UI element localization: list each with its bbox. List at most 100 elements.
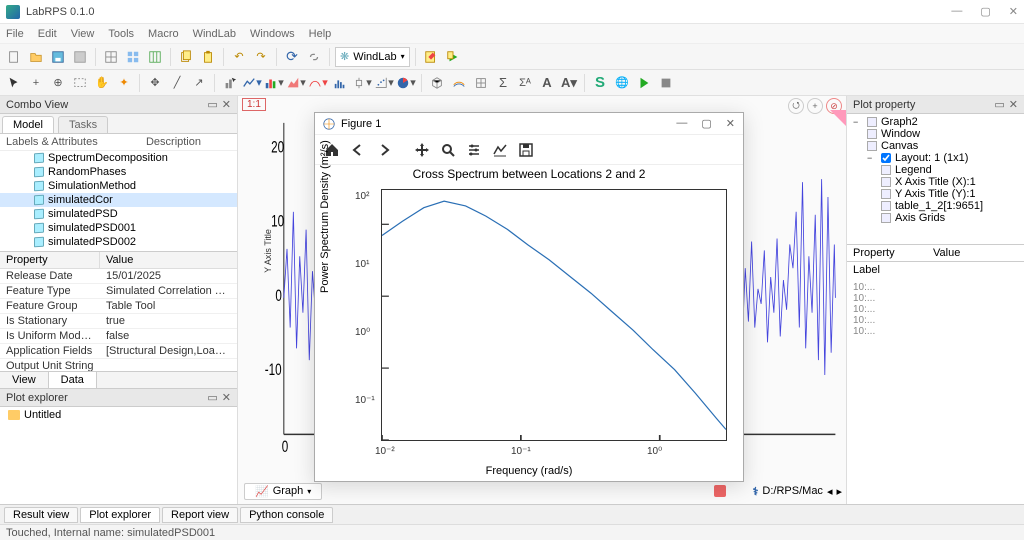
- fig-save-icon[interactable]: [515, 139, 537, 161]
- saveas-icon[interactable]: [70, 47, 90, 67]
- menu-windlab[interactable]: WindLab: [193, 28, 236, 40]
- bottom-tabbar: Result view Plot explorer Report view Py…: [0, 504, 1024, 524]
- plot-property-tree[interactable]: −Graph2 Window Canvas −Layout: 1 (1x1) L…: [847, 114, 1024, 244]
- layout-checkbox[interactable]: [881, 153, 891, 163]
- edit-script-icon[interactable]: [421, 47, 441, 67]
- menu-view[interactable]: View: [71, 28, 95, 40]
- menu-edit[interactable]: Edit: [38, 28, 57, 40]
- next-icon[interactable]: ▸: [836, 485, 842, 498]
- 3d-mesh-icon[interactable]: [471, 73, 491, 93]
- run-script-icon[interactable]: [443, 47, 463, 67]
- menu-tools[interactable]: Tools: [108, 28, 134, 40]
- link-icon[interactable]: [304, 47, 324, 67]
- stamp-icon[interactable]: S: [590, 73, 610, 93]
- menu-macro[interactable]: Macro: [148, 28, 179, 40]
- undo-icon[interactable]: ↶: [229, 47, 249, 67]
- line-icon[interactable]: ╱: [167, 73, 187, 93]
- model-tree[interactable]: SpectrumDecomposition RandomPhases Simul…: [0, 151, 237, 251]
- hist-icon[interactable]: [330, 73, 350, 93]
- tab-data[interactable]: Data: [49, 372, 97, 388]
- plot-explorer-panel: Plot explorer▭✕ Untitled: [0, 388, 237, 504]
- label-row[interactable]: 10:...: [853, 326, 1018, 337]
- label-row[interactable]: 10:...: [853, 304, 1018, 315]
- undock-icon[interactable]: ▭: [207, 98, 217, 111]
- fig-edit-icon[interactable]: [489, 139, 511, 161]
- close-panel-icon[interactable]: ✕: [222, 391, 231, 404]
- open-icon[interactable]: [26, 47, 46, 67]
- 3d-surface-icon[interactable]: [449, 73, 469, 93]
- prev-icon[interactable]: ◂: [827, 485, 833, 498]
- paste-icon[interactable]: [198, 47, 218, 67]
- graph-tab[interactable]: 📈Graph▾: [244, 483, 322, 500]
- fig-minimize-icon[interactable]: —: [676, 117, 687, 130]
- undock-icon[interactable]: ▭: [207, 391, 217, 404]
- tab-model[interactable]: Model: [2, 116, 54, 133]
- save-icon[interactable]: [48, 47, 68, 67]
- back-icon[interactable]: [347, 139, 369, 161]
- fig-close-icon[interactable]: ✕: [726, 117, 735, 130]
- pan-icon[interactable]: ✋: [92, 73, 112, 93]
- figure-plot[interactable]: Cross Spectrum between Locations 2 and 2…: [315, 165, 743, 481]
- compass-icon[interactable]: ✦: [114, 73, 134, 93]
- menu-help[interactable]: Help: [309, 28, 332, 40]
- fig-config-icon[interactable]: [463, 139, 485, 161]
- move-icon[interactable]: ✥: [145, 73, 165, 93]
- label-row[interactable]: 10:...: [853, 315, 1018, 326]
- statusbar: Touched, Internal name: simulatedPSD001: [0, 524, 1024, 540]
- target-icon[interactable]: ⊕: [48, 73, 68, 93]
- tab-report-view[interactable]: Report view: [162, 507, 238, 523]
- label-row[interactable]: 10:...: [853, 293, 1018, 304]
- tab-view[interactable]: View: [0, 372, 49, 388]
- close-panel-icon[interactable]: ✕: [222, 98, 231, 111]
- run-icon[interactable]: [634, 73, 654, 93]
- copy-icon[interactable]: [176, 47, 196, 67]
- area-chart-icon[interactable]: ▾: [286, 73, 306, 93]
- scatter-3d-icon[interactable]: ▾: [374, 73, 394, 93]
- 3d-cube-icon[interactable]: [427, 73, 447, 93]
- globe-icon[interactable]: 🌐: [612, 73, 632, 93]
- redo-icon[interactable]: ↷: [251, 47, 271, 67]
- tab-tasks[interactable]: Tasks: [58, 116, 108, 133]
- cursor-icon[interactable]: [4, 73, 24, 93]
- grid-icon[interactable]: [123, 47, 143, 67]
- fig-pan-icon[interactable]: [411, 139, 433, 161]
- crosshair-icon[interactable]: +: [26, 73, 46, 93]
- feature-icon: [34, 209, 44, 220]
- explorer-item[interactable]: Untitled: [0, 407, 237, 423]
- text-dd-icon[interactable]: A▾: [559, 73, 579, 93]
- stat-chart-icon[interactable]: ▾: [308, 73, 328, 93]
- new-icon[interactable]: [4, 47, 24, 67]
- sigma-icon[interactable]: Σ: [493, 73, 513, 93]
- pie-chart-icon[interactable]: ▾: [396, 73, 416, 93]
- refresh-icon[interactable]: ⟳: [282, 47, 302, 67]
- forward-icon[interactable]: [373, 139, 395, 161]
- path-label: D:/RPS/Mac: [762, 485, 823, 497]
- close-icon[interactable]: ✕: [1009, 5, 1018, 18]
- fig-zoom-icon[interactable]: [437, 139, 459, 161]
- select-bar-icon[interactable]: [220, 73, 240, 93]
- label-row[interactable]: 10:...: [853, 282, 1018, 293]
- zoom-window-icon[interactable]: [70, 73, 90, 93]
- close-panel-icon[interactable]: ✕: [1009, 98, 1018, 111]
- maximize-icon[interactable]: ▢: [980, 5, 990, 18]
- workbench-selector[interactable]: ❋ WindLab ▾: [335, 47, 410, 67]
- sigma-a-icon[interactable]: Σᴬ: [515, 73, 535, 93]
- box-plot-icon[interactable]: ▾: [352, 73, 372, 93]
- figure-titlebar[interactable]: Figure 1 — ▢ ✕: [315, 113, 743, 135]
- text-icon[interactable]: A: [537, 73, 557, 93]
- arrow-icon[interactable]: ↗: [189, 73, 209, 93]
- minimize-icon[interactable]: —: [951, 5, 962, 18]
- bar-chart-icon[interactable]: ▾: [264, 73, 284, 93]
- matrix-icon[interactable]: [145, 47, 165, 67]
- tab-result-view[interactable]: Result view: [4, 507, 78, 523]
- undock-icon[interactable]: ▭: [994, 98, 1004, 111]
- fig-maximize-icon[interactable]: ▢: [701, 117, 711, 130]
- menu-windows[interactable]: Windows: [250, 28, 295, 40]
- menu-file[interactable]: File: [6, 28, 24, 40]
- figure-window[interactable]: Figure 1 — ▢ ✕ Cross Spectrum between Lo…: [314, 112, 744, 482]
- stop-icon[interactable]: [656, 73, 676, 93]
- tab-plot-explorer[interactable]: Plot explorer: [80, 507, 160, 523]
- tab-python-console[interactable]: Python console: [240, 507, 333, 523]
- line-chart-icon[interactable]: ▾: [242, 73, 262, 93]
- table-icon[interactable]: [101, 47, 121, 67]
